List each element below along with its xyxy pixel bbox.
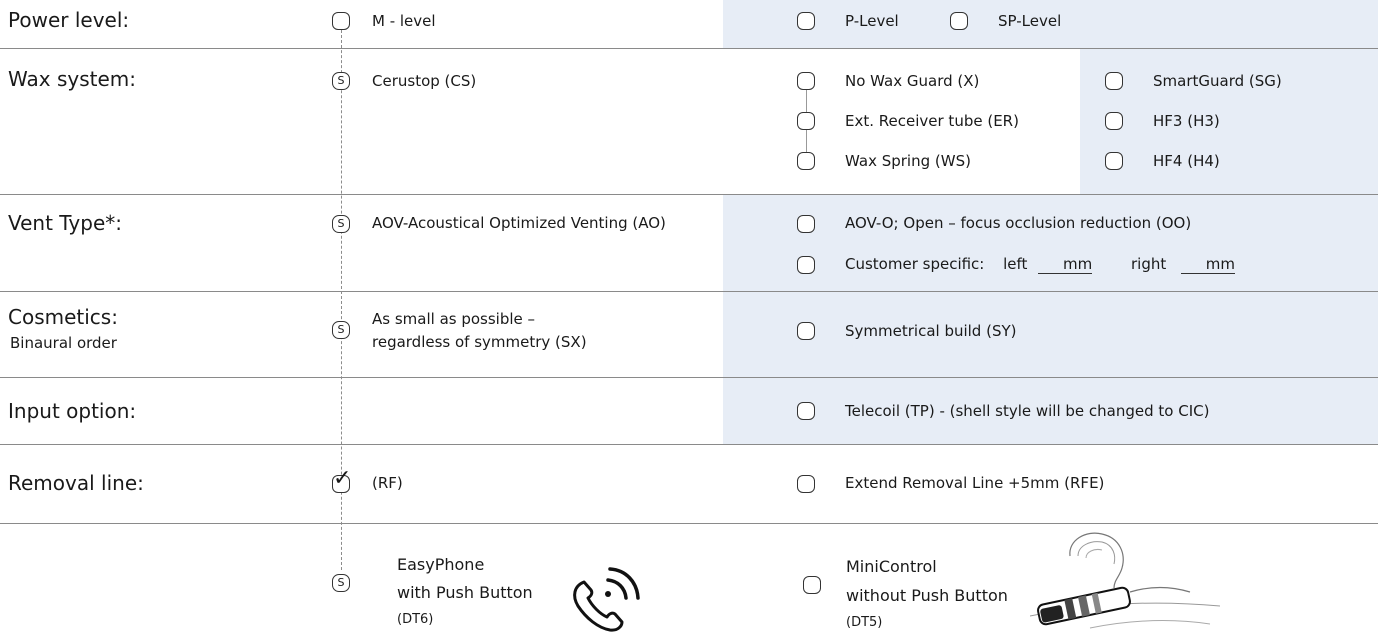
- vent-right-mm-field[interactable]: mm: [1181, 255, 1236, 274]
- input-option-label: Input option:: [8, 399, 137, 423]
- removal-rf-checkmark: ✓: [333, 466, 352, 491]
- row-divider: [0, 48, 1378, 49]
- power-sp-checkbox[interactable]: [950, 12, 968, 30]
- wax-h3-text: HF3 (H3): [1153, 112, 1220, 130]
- minicontrol-line1: MiniControl: [846, 557, 937, 576]
- power-m-text: M - level: [372, 12, 436, 30]
- wax-x-checkbox[interactable]: [797, 72, 815, 90]
- vent-options-shade: [723, 194, 1378, 291]
- input-tp-text: Telecoil (TP) - (shell style will be cha…: [845, 402, 1210, 420]
- vent-right-unit: mm: [1205, 255, 1236, 273]
- vent-custom-checkbox[interactable]: [797, 256, 815, 274]
- vent-oo-text: AOV-O; Open – focus occlusion reduction …: [845, 214, 1192, 232]
- vent-left-mm-field[interactable]: mm: [1038, 255, 1093, 274]
- vent-custom-label: Customer specific:: [845, 255, 985, 273]
- wax-h4-checkbox[interactable]: [1105, 152, 1123, 170]
- vent-standard-text: AOV-Acoustical Optimized Venting (AO): [372, 214, 666, 232]
- wax-er-text: Ext. Receiver tube (ER): [845, 112, 1019, 130]
- easyphone-line1: EasyPhone: [397, 555, 485, 574]
- cosmetics-standard-badge: S: [332, 321, 350, 339]
- wax-sg-text: SmartGuard (SG): [1153, 72, 1282, 90]
- wax-system-label: Wax system:: [8, 67, 136, 91]
- vent-left-label: left: [1003, 255, 1028, 273]
- wax-ws-text: Wax Spring (WS): [845, 152, 971, 170]
- vent-custom-text: Customer specific: left mm right mm: [845, 255, 1236, 274]
- cosmetics-options-shade: [723, 291, 1378, 377]
- cosmetics-sy-checkbox[interactable]: [797, 322, 815, 340]
- row-divider: [0, 377, 1378, 378]
- wax-sg-checkbox[interactable]: [1105, 72, 1123, 90]
- cosmetics-sy-text: Symmetrical build (SY): [845, 322, 1017, 340]
- power-level-label: Power level:: [8, 8, 130, 32]
- vent-type-label: Vent Type*:: [8, 211, 122, 235]
- minicontrol-line2: without Push Button: [846, 586, 1008, 605]
- wax-standard-badge: S: [332, 72, 350, 90]
- row-divider: [0, 523, 1378, 524]
- easyphone-line2: with Push Button: [397, 583, 533, 602]
- cosmetics-standard-line1: As small as possible –: [372, 310, 536, 328]
- minicontrol-checkbox[interactable]: [803, 576, 821, 594]
- removal-rf-text: (RF): [372, 474, 403, 492]
- minicontrol-code: (DT5): [846, 615, 883, 630]
- cosmetics-label: Cosmetics:: [8, 305, 118, 329]
- easyphone-standard-badge: S: [332, 574, 350, 592]
- input-tp-checkbox[interactable]: [797, 402, 815, 420]
- row-divider: [0, 291, 1378, 292]
- cosmetics-standard-line2: regardless of symmetry (SX): [372, 333, 587, 351]
- power-p-checkbox[interactable]: [797, 12, 815, 30]
- row-divider: [0, 444, 1378, 445]
- easyphone-code: (DT6): [397, 612, 434, 627]
- wax-h3-checkbox[interactable]: [1105, 112, 1123, 130]
- vent-left-unit: mm: [1062, 255, 1093, 273]
- removal-rfe-text: Extend Removal Line +5mm (RFE): [845, 474, 1105, 492]
- removal-line-label: Removal line:: [8, 471, 144, 495]
- minicontrol-ear-illustration: [1030, 532, 1220, 629]
- wax-options-shade: [1080, 48, 1378, 194]
- wax-er-checkbox[interactable]: [797, 112, 815, 130]
- vent-standard-badge: S: [332, 215, 350, 233]
- row-divider: [0, 194, 1378, 195]
- wax-standard-text: Cerustop (CS): [372, 72, 477, 90]
- wax-x-text: No Wax Guard (X): [845, 72, 980, 90]
- vent-oo-checkbox[interactable]: [797, 215, 815, 233]
- vent-right-label: right: [1131, 255, 1167, 273]
- removal-rfe-checkbox[interactable]: [797, 475, 815, 493]
- cosmetics-sublabel: Binaural order: [10, 334, 117, 352]
- phone-icon: [573, 567, 640, 632]
- wax-ws-checkbox[interactable]: [797, 152, 815, 170]
- power-p-text: P-Level: [845, 12, 899, 30]
- power-sp-text: SP-Level: [998, 12, 1062, 30]
- power-m-checkbox[interactable]: [332, 12, 350, 30]
- wax-h4-text: HF4 (H4): [1153, 152, 1220, 170]
